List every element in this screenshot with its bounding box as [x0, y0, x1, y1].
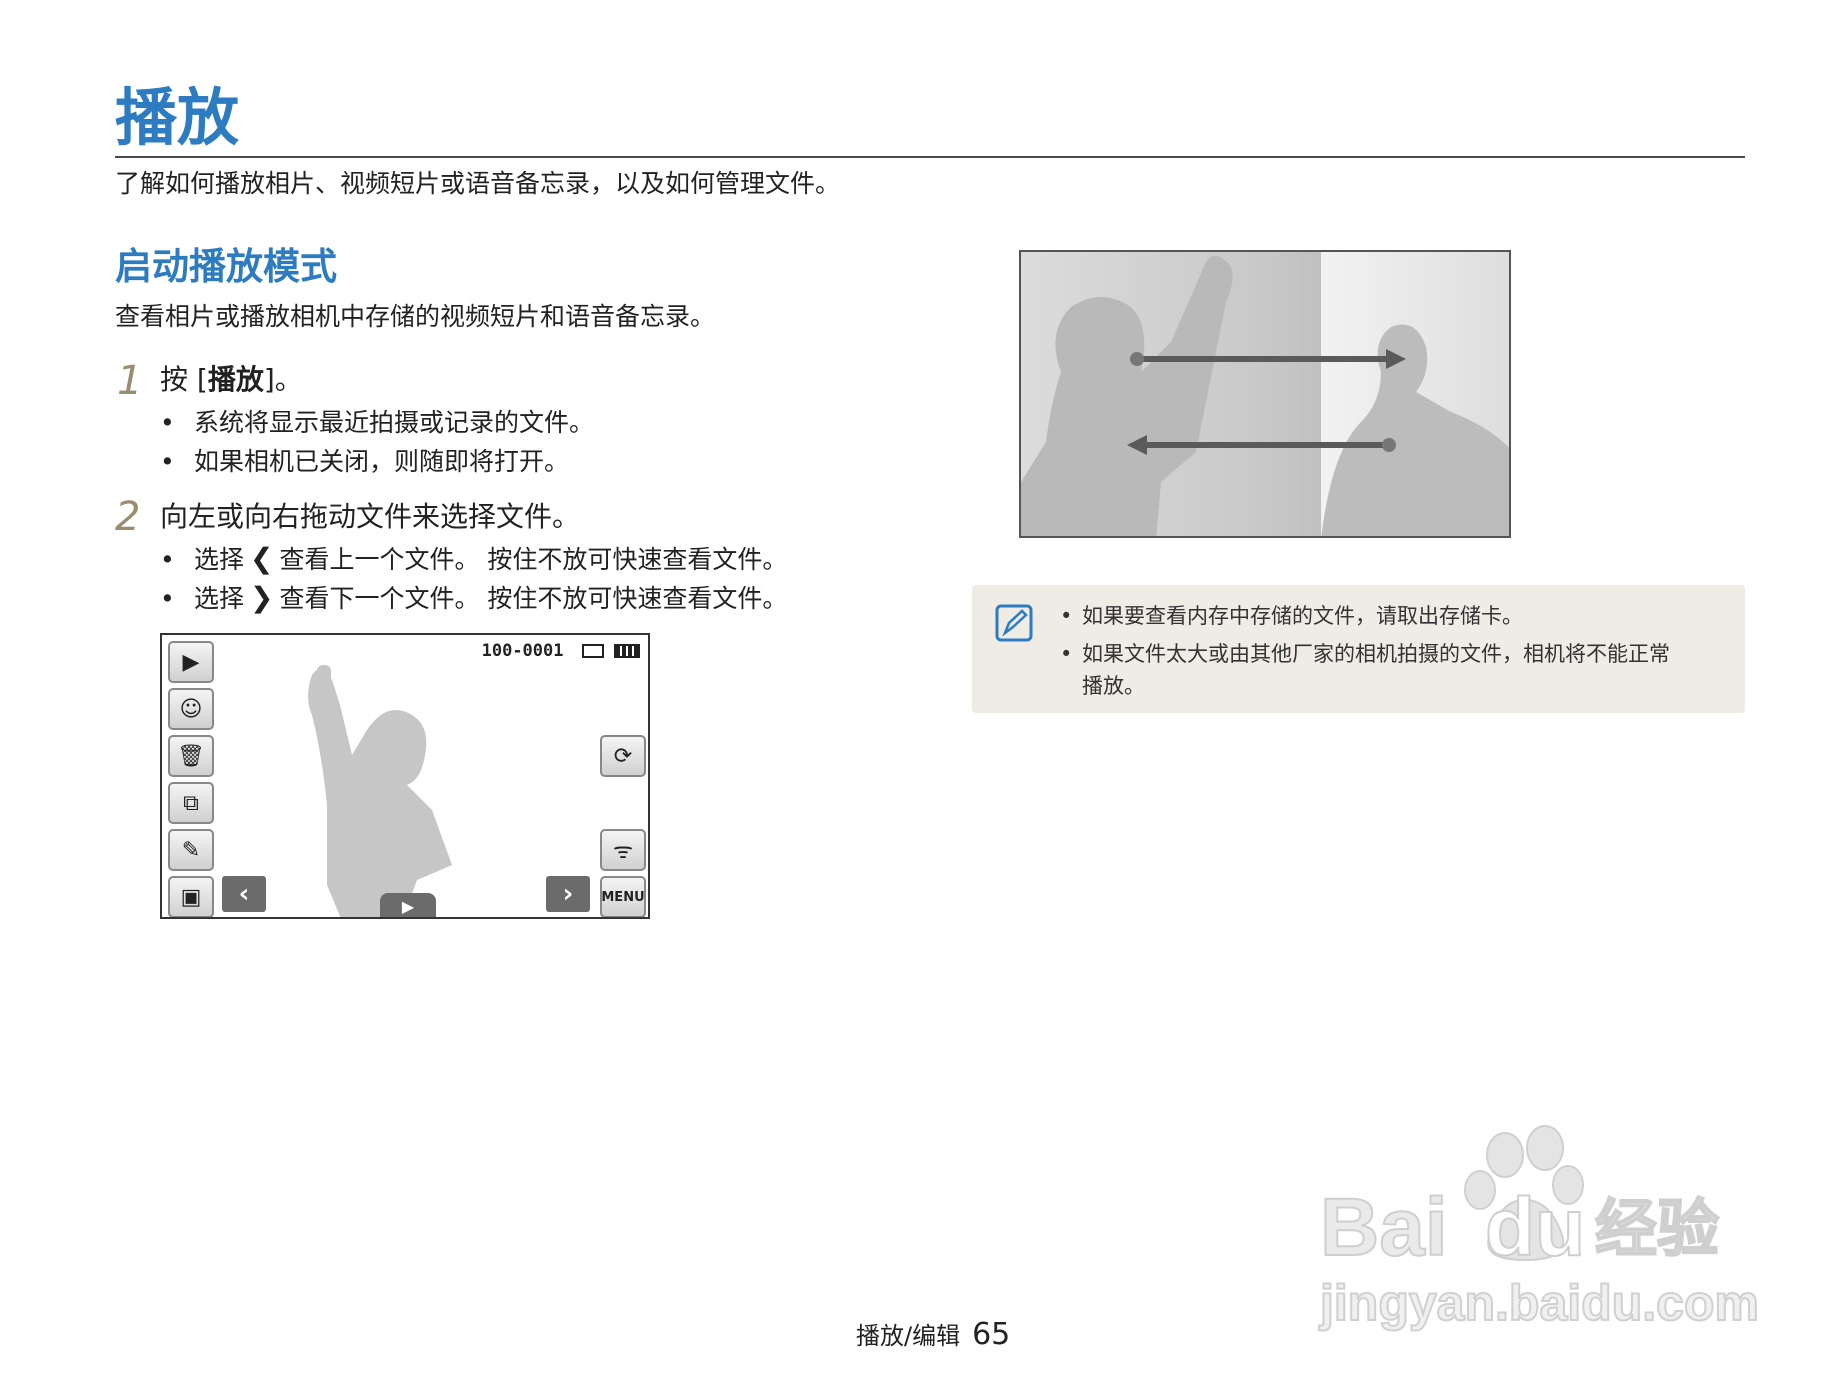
camera-screen: 100-0001 ▶ ☺ 🗑 ⧉ ✎ ▣ ‹ › ▶ ⟳ ᯤ MENU — [160, 633, 650, 919]
playback-key-label: 播放 — [207, 363, 264, 396]
display-icon[interactable]: ▣ — [168, 876, 214, 917]
edit-icon[interactable]: ✎ — [168, 829, 214, 871]
step-1-bullet: • 系统将显示最近拍摄或记录的文件。 — [160, 408, 595, 437]
svg-text:经验: 经验 — [1595, 1192, 1719, 1265]
step-2-text: 向左或向右拖动文件来选择文件。 — [160, 500, 581, 533]
svg-text:du: du — [1485, 1182, 1585, 1273]
file-number-status: 100-0001 — [482, 641, 640, 661]
slideshow-icon[interactable]: ⧉ — [168, 782, 214, 824]
page-intro: 了解如何播放相片、视频短片或语音备忘录，以及如何管理文件。 — [115, 169, 841, 198]
title-divider — [115, 156, 1745, 158]
next-file-button[interactable]: › — [546, 876, 590, 912]
page-footer: 播放/编辑 65 — [856, 1316, 1010, 1352]
section-description: 查看相片或播放相机中存储的视频短片和语音备忘录。 — [115, 302, 716, 331]
chevron-left-icon: ❮ — [250, 542, 274, 575]
face-recognition-icon[interactable]: ☺ — [168, 688, 214, 730]
step-2-number: 2 — [115, 494, 141, 540]
previous-file-button[interactable]: ‹ — [222, 876, 266, 912]
rotate-icon[interactable]: ⟳ — [600, 735, 646, 777]
step-1-number: 1 — [117, 358, 143, 404]
footer-section: 播放/编辑 — [856, 1322, 961, 1350]
swipe-illustration — [1019, 250, 1511, 538]
note-item-continuation: 播放。 — [1082, 674, 1145, 698]
trash-icon[interactable]: 🗑 — [168, 735, 214, 777]
note-item: • 如果要查看内存中存储的文件，请取出存储卡。 — [1060, 604, 1523, 628]
memory-icon — [581, 644, 604, 658]
note-pencil-icon — [995, 604, 1033, 642]
battery-icon — [614, 644, 640, 658]
step-2-bullet: • 选择 ❮ 查看上一个文件。 按住不放可快速查看文件。 — [160, 542, 788, 575]
step-1-bullet: • 如果相机已关闭，则随即将打开。 — [160, 447, 570, 476]
wireless-icon[interactable]: ᯤ — [600, 829, 646, 871]
step-2-bullet: • 选择 ❯ 查看下一个文件。 按住不放可快速查看文件。 — [160, 581, 788, 614]
note-item: • 如果文件太大或由其他厂家的相机拍摄的文件，相机将不能正常 — [1060, 642, 1670, 666]
playback-mode-icon[interactable]: ▶ — [168, 641, 214, 683]
step-1-text: 按 [播放]。 — [160, 363, 303, 396]
note-box: • 如果要查看内存中存储的文件，请取出存储卡。 • 如果文件太大或由其他厂家的相机拍… — [972, 585, 1745, 713]
svg-text:jingyan.baidu.com: jingyan.baidu.com — [1319, 1275, 1759, 1331]
swipe-figure — [1021, 255, 1509, 536]
page-number: 65 — [972, 1317, 1011, 1352]
baidu-jingyan-watermark: Bai du 经验 jingyan.baidu.com — [1318, 1125, 1760, 1332]
section-heading: 启动播放模式 — [115, 245, 337, 288]
svg-text:Bai: Bai — [1320, 1182, 1448, 1273]
menu-button[interactable]: MENU — [600, 876, 646, 917]
page-title: 播放 — [115, 81, 240, 154]
chevron-right-icon: ❯ — [250, 581, 274, 614]
album-tab-icon[interactable]: ▶ — [380, 893, 436, 917]
